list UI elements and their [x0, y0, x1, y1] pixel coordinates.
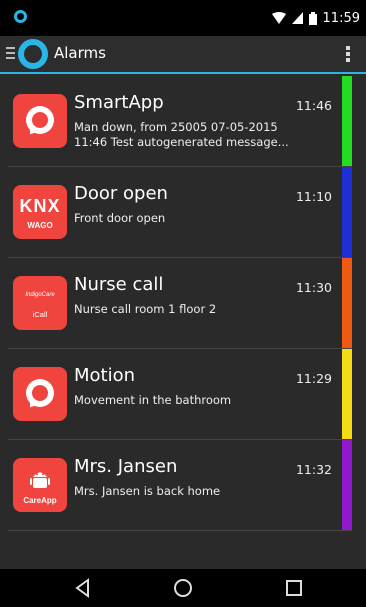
alarm-message-line: Front door open — [74, 211, 166, 225]
smartapp-bubble-icon — [13, 367, 67, 421]
alarm-title: Nurse call — [74, 274, 164, 295]
alarm-row[interactable]: CareApp Mrs. Jansen Mrs. Jansen is back ho… — [8, 440, 352, 531]
smartapp-bubble-icon — [13, 94, 67, 148]
wifi-icon — [271, 12, 286, 24]
alarm-time: 11:29 — [295, 371, 332, 386]
alarm-time: 11:10 — [295, 189, 332, 204]
alarm-title: Mrs. Jansen — [74, 456, 178, 477]
app-logo-icon[interactable] — [18, 39, 48, 69]
alarm-title: Door open — [74, 183, 168, 204]
alarm-message: Movement in the bathroom — [74, 393, 294, 408]
priority-color-strip — [342, 258, 352, 348]
app-notification-icon — [14, 10, 27, 23]
alarm-time: 11:32 — [295, 462, 332, 477]
alarm-row[interactable]: SmartApp Man down, from 25005 07-05-2015 1… — [8, 76, 352, 167]
alarm-time: 11:46 — [295, 98, 332, 113]
indigocare-logo-text: IndigoCare — [25, 292, 55, 298]
alarm-title: Motion — [74, 365, 136, 386]
status-bar: 11:59 — [0, 0, 366, 36]
cell-signal-icon — [291, 12, 303, 24]
action-bar: Alarms — [0, 36, 366, 74]
navigation-bar — [0, 569, 366, 607]
alarm-time: 11:30 — [295, 280, 332, 295]
alarm-message: Nurse call room 1 floor 2 — [74, 302, 294, 317]
wago-logo-text: WAGO — [27, 221, 53, 230]
alarm-message-line: Movement in the bathroom — [74, 393, 232, 407]
icall-logo-text: iCall — [32, 310, 48, 319]
android-robot-icon — [30, 472, 50, 488]
priority-color-strip — [342, 76, 352, 166]
status-time: 11:59 — [322, 10, 360, 26]
alarm-row[interactable]: Motion Movement in the bathroom 11:29 — [8, 349, 352, 440]
alarm-title: SmartApp — [74, 92, 164, 113]
alarm-message-line: Mrs. Jansen is back home — [74, 484, 221, 498]
back-icon[interactable] — [72, 577, 94, 599]
knx-logo-text: KNX — [19, 196, 61, 216]
alarm-row[interactable]: KNX WAGO Door open Front door open 11:10 — [8, 167, 352, 258]
overflow-menu-icon[interactable] — [346, 46, 350, 64]
priority-color-strip — [342, 349, 352, 439]
alarm-message: Mrs. Jansen is back home — [74, 484, 294, 499]
knx-wago-icon: KNX WAGO — [13, 185, 67, 239]
priority-color-strip — [342, 167, 352, 257]
home-icon[interactable] — [172, 577, 194, 599]
careapp-android-icon: CareApp — [13, 458, 67, 512]
alarm-message-line: 11:46 Test autogenerated message... — [74, 135, 289, 149]
battery-icon — [308, 11, 317, 25]
status-indicators: 11:59 — [271, 9, 360, 27]
alarm-row[interactable]: IndigoCare iCall Nurse call Nurse call room… — [8, 258, 352, 349]
drawer-menu-icon[interactable] — [6, 47, 15, 61]
alarm-message-line: Nurse call room 1 floor 2 — [74, 302, 217, 316]
recents-icon[interactable] — [283, 577, 305, 599]
alarm-message: Man down, from 25005 07-05-2015 11:46 Tes… — [74, 120, 294, 150]
alarm-list: SmartApp Man down, from 25005 07-05-2015 1… — [8, 76, 352, 531]
indigocare-icall-icon: IndigoCare iCall — [13, 276, 67, 330]
alarm-message: Front door open — [74, 211, 294, 226]
priority-color-strip — [342, 440, 352, 530]
page-title: Alarms — [54, 44, 106, 62]
careapp-logo-text: CareApp — [23, 496, 57, 505]
alarm-message-line: Man down, from 25005 07-05-2015 — [74, 120, 278, 134]
